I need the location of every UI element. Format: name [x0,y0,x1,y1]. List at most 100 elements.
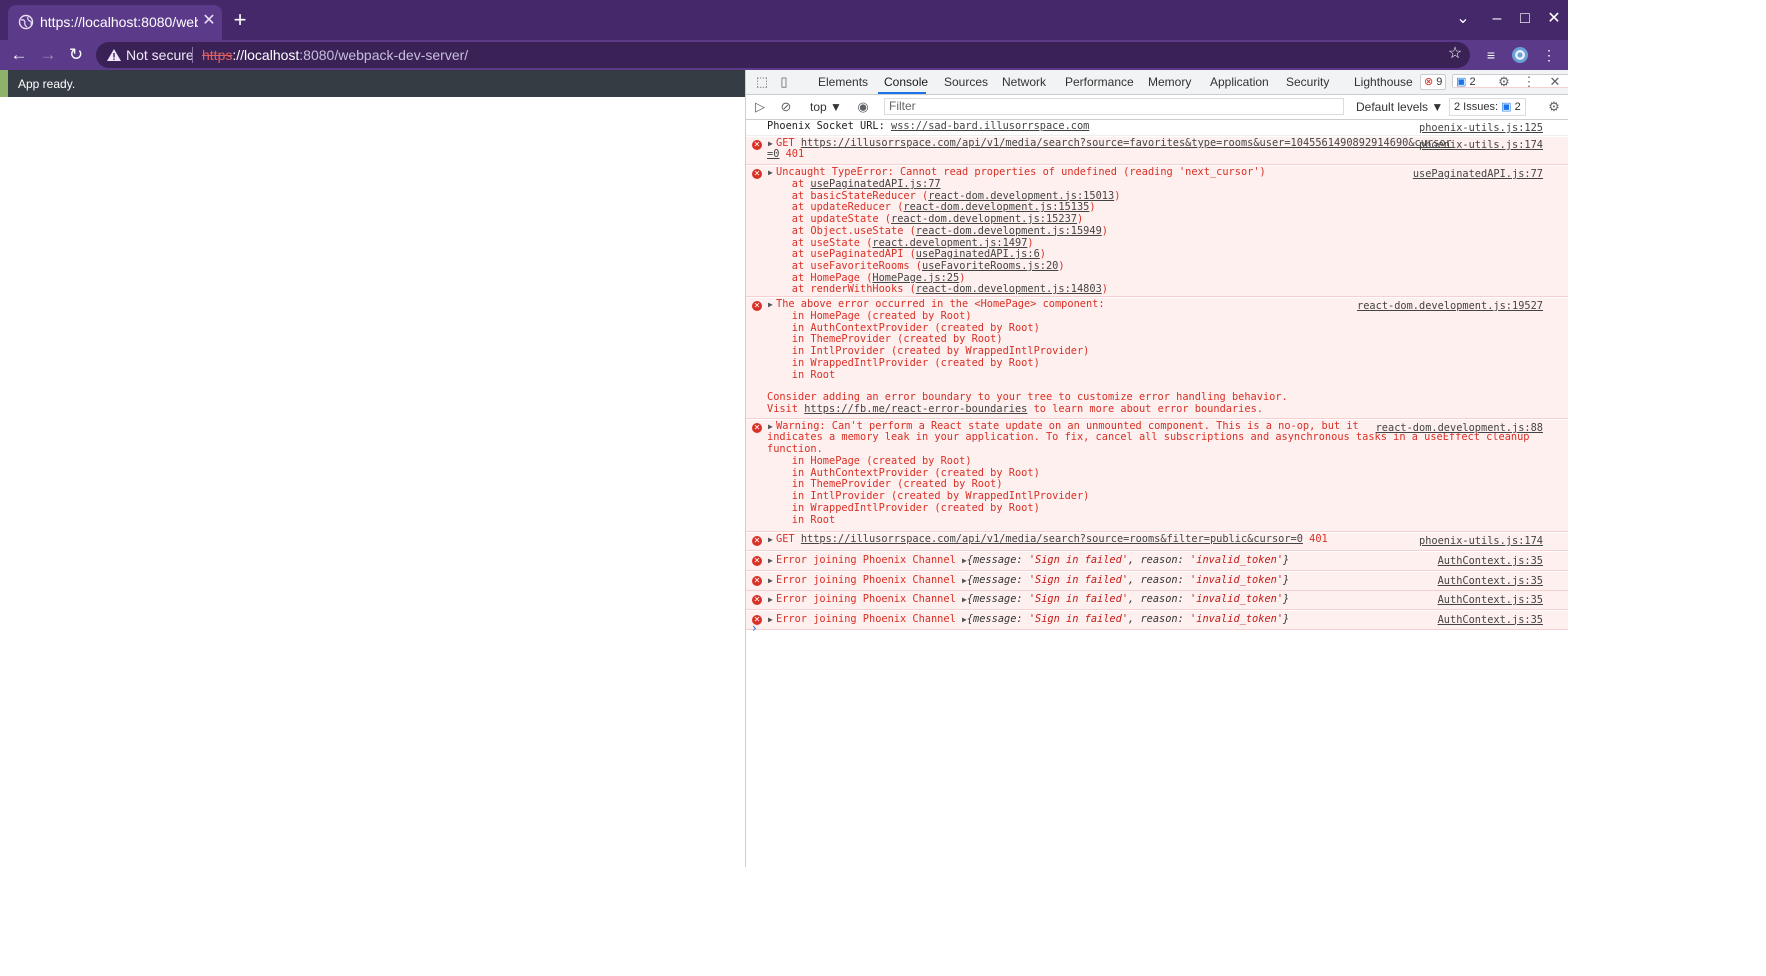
more-options-icon[interactable]: ⋮ [1521,74,1537,90]
active-tab-indicator [878,92,926,94]
error-object[interactable]: {message: 'Sign in failed', reason: 'inv… [967,613,1289,625]
request-url[interactable]: https://illusorrspace.com/api/v1/media/s… [801,533,1303,545]
http-status: 401 [779,148,805,160]
frame-link[interactable]: react-dom.development.js:15949 [916,225,1102,237]
frame-link[interactable]: usePaginatedAPI.js:6 [916,248,1040,260]
tab-lighthouse[interactable]: Lighthouse [1354,75,1413,89]
source-link[interactable]: AuthContext.js:35 [1438,594,1543,606]
reload-icon[interactable]: ↻ [65,44,87,66]
menu-icon[interactable]: ⋮ [1538,44,1560,66]
error-icon: ✕ [752,301,762,311]
url-path: :8080/webpack-dev-server/ [299,47,469,63]
error-object[interactable]: {message: 'Sign in failed', reason: 'inv… [967,593,1289,605]
filter-input[interactable]: Filter [884,98,1344,115]
source-link[interactable]: AuthContext.js:35 [1438,555,1543,567]
frame-prefix: at [767,201,811,214]
message-text-cont: =0 401 [767,148,805,161]
frame-link[interactable]: react-dom.development.js:15135 [903,201,1089,214]
request-url[interactable]: https://illusorrspace.com/api/v1/media/s… [801,137,1452,149]
expand-triangle-icon[interactable]: ▶ [768,535,773,544]
status-bar: App ready. [0,70,745,97]
tab-sources[interactable]: Sources [944,75,988,89]
docs-link[interactable]: https://fb.me/react-error-boundaries [804,403,1027,415]
source-link[interactable]: phoenix-utils.js:174 [1419,535,1543,547]
maximize-icon[interactable]: □ [1514,8,1536,30]
console-error: ✕ ▶ Error joining Phoenix Channel ▶{messag… [746,552,1568,571]
object-value: 'invalid_token' [1190,612,1284,625]
context-selector[interactable]: top ▼ [810,100,842,114]
source-link[interactable]: phoenix-utils.js:174 [1419,139,1543,151]
tab-application[interactable]: Application [1210,75,1269,89]
expand-triangle-icon[interactable]: ▶ [768,556,773,565]
tab-security[interactable]: Security [1286,75,1329,89]
source-link[interactable]: phoenix-utils.js:125 [1419,122,1543,134]
object-value: 'invalid_token' [1190,573,1284,586]
request-url-cont[interactable]: =0 [767,148,779,160]
issues-button[interactable]: 2 Issues: ▣ 2 [1449,98,1526,116]
socket-url-link[interactable]: wss://sad-bard.illusorrspace.com [891,120,1089,132]
frame-link[interactable]: usePaginatedAPI.js:77 [810,178,940,190]
close-icon[interactable]: ✕ [200,12,218,30]
frame-link[interactable]: react-dom.development.js:14803 [916,283,1102,295]
url-scheme: https [202,47,233,63]
frame-link[interactable]: react.development.js:1497 [872,237,1027,249]
tab-performance[interactable]: Performance [1065,75,1134,89]
error-object[interactable]: {message: 'Sign in failed', reason: 'inv… [967,554,1289,566]
frame-link[interactable]: HomePage.js:25 [872,272,959,284]
device-icon[interactable]: ▯ [776,74,792,90]
frame-link[interactable]: react-dom.development.js:15013 [928,190,1114,202]
address-bar[interactable]: Not secure https://localhost:8080/webpac… [96,42,1470,68]
message-icon: ▣ [1456,76,1467,88]
settings-icon[interactable]: ⚙ [1496,74,1512,90]
forward-icon[interactable]: → [37,44,59,66]
star-icon[interactable]: ☆ [1446,45,1464,63]
security-label[interactable]: Not secure [126,47,194,63]
close-devtools-icon[interactable]: ✕ [1547,74,1563,90]
tab-console[interactable]: Console [884,75,928,89]
source-link[interactable]: AuthContext.js:35 [1438,575,1543,587]
close-window-icon[interactable]: ✕ [1543,8,1565,30]
object-value: 'Sign in failed' [1028,612,1129,625]
inspect-icon[interactable]: ⬚ [754,74,770,90]
frame-link[interactable]: useFavoriteRooms.js:20 [922,260,1058,272]
log-levels-dropdown[interactable]: Default levels ▼ [1356,100,1443,114]
profile-icon[interactable] [1509,44,1531,66]
expand-triangle-icon[interactable]: ▶ [768,595,773,604]
expand-triangle-icon[interactable]: ▶ [768,615,773,624]
stack-frame: at renderWithHooks (react-dom.developmen… [767,283,1108,296]
browser-tab[interactable]: https://localhost:8080/webpack-dev-serve… [8,5,222,40]
globe-icon [18,14,34,30]
object-value: 'Sign in failed' [1028,593,1129,605]
tab-search-icon[interactable]: ≡ [1480,44,1502,66]
source-link[interactable]: usePaginatedAPI.js:77 [1413,168,1543,180]
clear-icon[interactable]: ⊘ [778,99,794,115]
eye-icon[interactable]: ◉ [855,99,871,115]
expand-triangle-icon[interactable]: ▶ [768,576,773,585]
error-object[interactable]: {message: 'Sign in failed', reason: 'inv… [967,574,1289,586]
source-link[interactable]: AuthContext.js:35 [1438,614,1543,626]
back-icon[interactable]: ← [8,44,30,66]
tab-elements[interactable]: Elements [818,75,868,89]
console-settings-icon[interactable]: ⚙ [1546,99,1562,115]
expand-triangle-icon[interactable]: ▶ [768,422,773,431]
url-text[interactable]: https://localhost:8080/webpack-dev-serve… [202,47,468,63]
chevron-down-icon[interactable]: ⌄ [1452,8,1474,30]
message-icon: ▣ [1501,101,1512,113]
new-tab-button[interactable]: + [230,9,250,31]
expand-triangle-icon[interactable]: ▶ [768,139,773,148]
sidebar-icon[interactable]: ▷ [752,99,768,115]
console-error: ✕ ▶ GET https://illusorrspace.com/api/v1… [746,533,1568,551]
expand-triangle-icon[interactable]: ▶ [768,300,773,309]
error-count-badge[interactable]: ⊗ 9 [1420,74,1447,90]
component-stack-line: in WrappedIntlProvider (created by Root) [767,356,1040,369]
tab-network[interactable]: Network [1002,75,1046,89]
tab-memory[interactable]: Memory [1148,75,1191,89]
source-link[interactable]: react-dom.development.js:19527 [1357,300,1543,312]
source-link[interactable]: react-dom.development.js:88 [1376,422,1543,434]
expand-triangle-icon[interactable]: ▶ [768,168,773,177]
minimize-icon[interactable]: – [1486,8,1508,30]
frame-link[interactable]: react-dom.development.js:15237 [891,213,1077,225]
devtools-tabbar: ⬚ ▯ Elements Console Sources Network Per… [746,70,1568,95]
console-prompt[interactable]: › [752,621,757,635]
frame-prefix: at [767,248,811,261]
